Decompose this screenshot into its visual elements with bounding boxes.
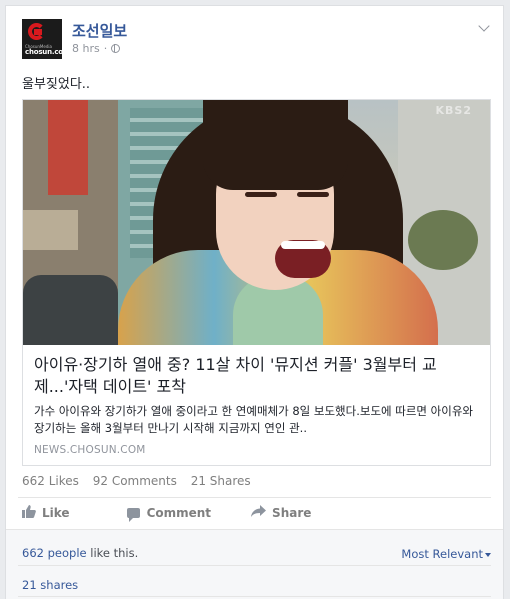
shares-count[interactable]: 21 Shares (191, 474, 251, 488)
people-link[interactable]: 662 people (22, 546, 87, 560)
globe-icon[interactable] (111, 44, 121, 53)
comment-label: Comment (146, 506, 212, 520)
share-label: Share (272, 506, 312, 520)
shares-link[interactable]: 21 shares (22, 578, 78, 592)
preview-title[interactable]: 아이유·장기하 열애 중? 11살 차이 '뮤지션 커플' 3월부터 교제...… (34, 354, 480, 398)
preview-domain: NEWS.CHOSUN.COM (34, 444, 146, 456)
share-button[interactable]: Share (251, 505, 311, 521)
post-time[interactable]: 8 hrs (72, 42, 100, 55)
post-header: ChosunMedia chosun.com 조선일보 8 hrs · (22, 19, 491, 63)
action-bar: Like Comment Share (22, 503, 492, 523)
logo-brand: chosun.com (25, 48, 62, 56)
comment-button[interactable]: Comment (126, 506, 212, 522)
caret-down-icon (485, 552, 491, 557)
chevron-down-icon[interactable] (478, 20, 490, 32)
comments-count[interactable]: 92 Comments (93, 474, 177, 488)
reactions-panel: 662 people like this. Most Relevant 21 s… (6, 529, 503, 599)
post-text: 울부짖었다.. (22, 77, 91, 92)
like-label: Like (42, 506, 70, 520)
preview-description: 가수 아이유와 장기하가 열애 중이라고 한 연예매체가 8일 보도했다.보도에… (34, 404, 473, 435)
thumbs-up-icon (22, 504, 36, 522)
engagement-counts: 662 Likes 92 Comments 21 Shares (22, 474, 261, 488)
image-watermark: KBS2 (435, 104, 472, 117)
preview-image[interactable]: KBS2 (23, 100, 490, 345)
post-card: ChosunMedia chosun.com 조선일보 8 hrs · 울부짖었… (5, 5, 504, 599)
likes-count[interactable]: 662 Likes (22, 474, 79, 488)
like-button[interactable]: Like (22, 504, 70, 522)
likes-summary: 662 people like this. (22, 546, 139, 560)
share-arrow-icon (251, 505, 267, 521)
sort-dropdown[interactable]: Most Relevant (401, 547, 491, 561)
page-name-link[interactable]: 조선일보 (72, 20, 127, 41)
link-preview[interactable]: KBS2 아이유·장기하 열애 중? 11살 차이 '뮤지션 커플' 3월부터 … (22, 99, 491, 466)
divider (18, 497, 491, 498)
post-meta: 8 hrs · (72, 42, 121, 55)
comment-icon (126, 508, 140, 522)
page-avatar[interactable]: ChosunMedia chosun.com (22, 19, 62, 59)
